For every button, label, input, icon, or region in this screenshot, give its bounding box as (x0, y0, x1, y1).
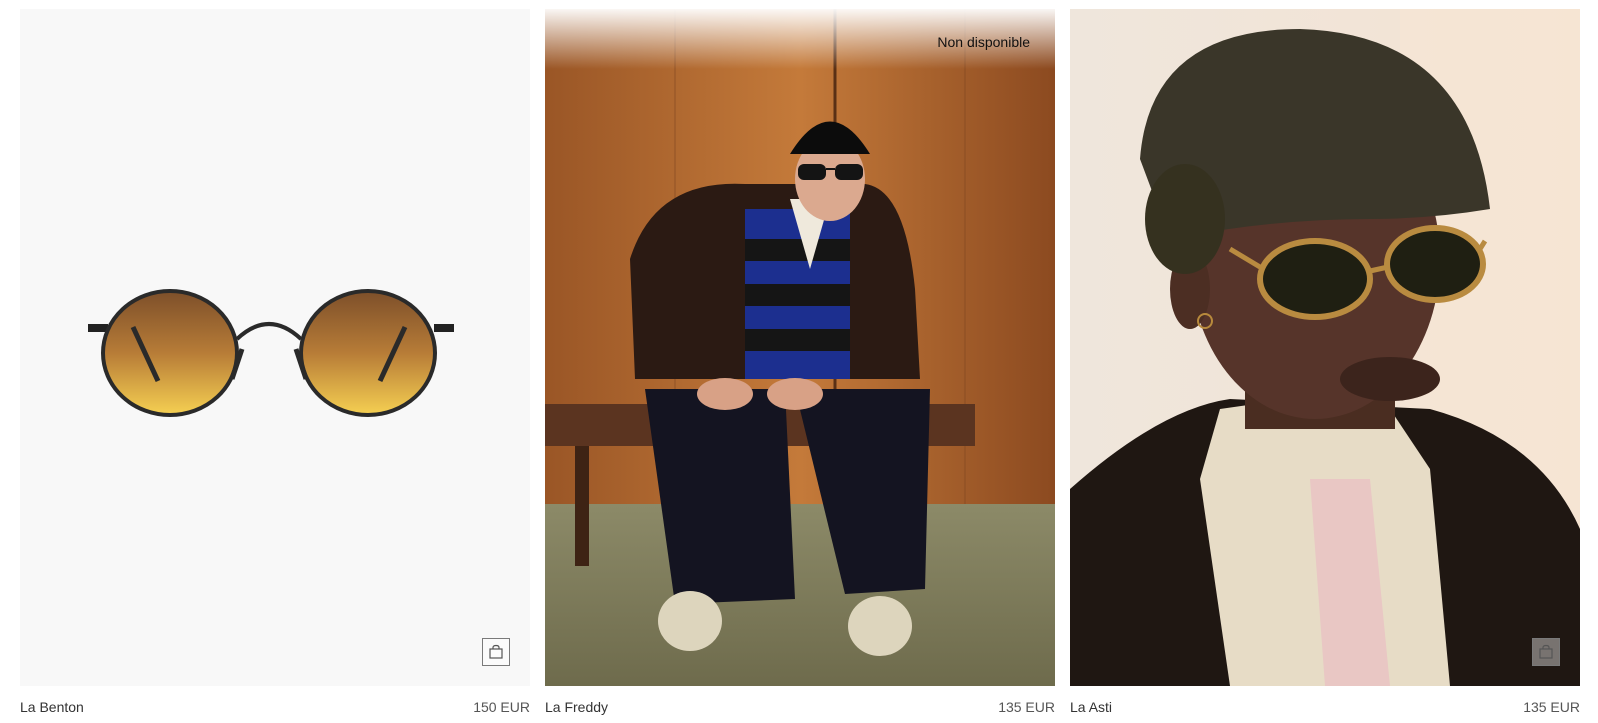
product-price: 135 EUR (998, 699, 1055, 715)
glasses-icon (88, 289, 454, 417)
product-card[interactable]: Non disponible La Freddy 135 EUR (545, 9, 1055, 719)
product-card[interactable]: La Benton 150 EUR (20, 9, 530, 719)
add-to-bag-button[interactable] (1532, 638, 1560, 666)
product-name[interactable]: La Benton (20, 699, 84, 715)
product-grid: La Benton 150 EUR Non disponible La Fred… (20, 9, 1580, 719)
product-card[interactable]: La Asti 135 EUR (1070, 9, 1580, 719)
photo-icon (1070, 9, 1580, 686)
product-image[interactable] (1070, 9, 1580, 686)
product-name[interactable]: La Freddy (545, 699, 608, 715)
shopping-bag-icon (1539, 644, 1553, 659)
add-to-bag-button[interactable] (482, 638, 510, 666)
shopping-bag-icon (489, 644, 503, 659)
product-image[interactable] (20, 9, 530, 686)
product-price: 135 EUR (1523, 699, 1580, 715)
availability-badge: Non disponible (937, 34, 1030, 50)
product-image[interactable]: Non disponible (545, 9, 1055, 686)
product-name[interactable]: La Asti (1070, 699, 1112, 715)
photo-icon (545, 9, 1055, 686)
product-price: 150 EUR (473, 699, 530, 715)
